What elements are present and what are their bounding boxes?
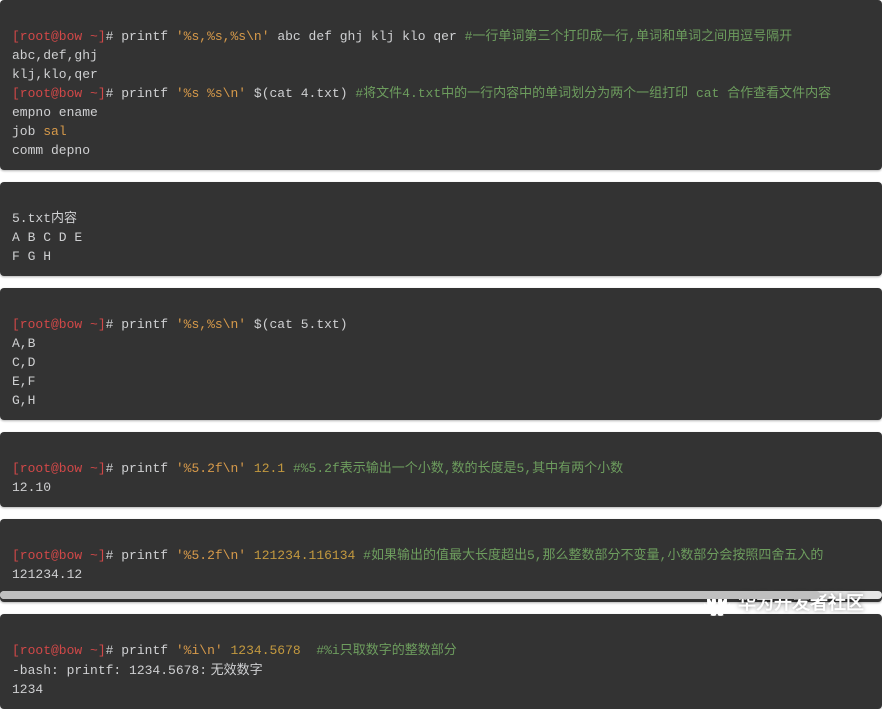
command: printf — [121, 643, 168, 658]
hash-char: # — [106, 461, 114, 476]
output: A,B C,D E,F G,H — [12, 334, 870, 410]
error-output: -bash: printf: 1234.5678: 无效数字 — [12, 660, 870, 680]
prompt: [root@bow ~] — [12, 461, 106, 476]
format-string: '%s,%s,%s\n' — [176, 29, 270, 44]
command: printf — [121, 86, 168, 101]
terminal-block-2: 5.txt内容 A B C D E F G H — [0, 182, 882, 276]
format-string: '%s,%s\n' — [176, 317, 246, 332]
error-text: -bash: printf: 1234.5678: — [12, 663, 207, 678]
number-arg: 1234.5678 — [231, 643, 309, 658]
hash-char: # — [106, 86, 114, 101]
prompt: [root@bow ~] — [12, 86, 106, 101]
line: [root@bow ~]# printf '%5.2f\n' 121234.11… — [12, 548, 823, 563]
hash-char: # — [106, 548, 114, 563]
prompt: [root@bow ~] — [12, 548, 106, 563]
output: empno ename job sal comm depno — [12, 103, 870, 160]
format-string: '%5.2f\n' — [176, 548, 246, 563]
output-text: comm depno — [12, 143, 90, 158]
file-title: 5.txt内容 — [12, 211, 77, 226]
prompt: [root@bow ~] — [12, 317, 106, 332]
args: abc def ghj klj klo qer — [277, 29, 456, 44]
comment: #一行单词第三个打印成一行,单词和单词之间用逗号隔开 — [465, 29, 793, 44]
line: [root@bow ~]# printf '%s,%s,%s\n' abc de… — [12, 29, 792, 44]
command: printf — [121, 29, 168, 44]
number-arg: 121234.116134 — [254, 548, 355, 563]
output: 121234.12 — [12, 565, 870, 584]
command: printf — [121, 461, 168, 476]
output: 1234 — [12, 680, 870, 699]
prompt: [root@bow ~] — [12, 29, 106, 44]
line: [root@bow ~]# printf '%i\n' 1234.5678 #%… — [12, 643, 457, 658]
comment: #%5.2f表示输出一个小数,数的长度是5,其中有两个小数 — [293, 461, 623, 476]
comment: #将文件4.txt中的一行内容中的单词划分为两个一组打印 cat 合作查看文件内… — [355, 86, 831, 101]
line: [root@bow ~]# printf '%s,%s\n' $(cat 5.t… — [12, 317, 348, 332]
terminal-block-6: [root@bow ~]# printf '%i\n' 1234.5678 #%… — [0, 614, 882, 709]
number-arg: 12.1 — [254, 461, 285, 476]
format-string: '%5.2f\n' — [176, 461, 246, 476]
output: 12.10 — [12, 478, 870, 497]
hash-char: # — [106, 317, 114, 332]
args: $(cat 5.txt) — [254, 317, 348, 332]
comment: #%i只取数字的整数部分 — [309, 643, 457, 658]
command: printf — [121, 317, 168, 332]
line: [root@bow ~]# printf '%5.2f\n' 12.1 #%5.… — [12, 461, 623, 476]
hash-char: # — [106, 643, 114, 658]
terminal-block-3: [root@bow ~]# printf '%s,%s\n' $(cat 5.t… — [0, 288, 882, 420]
line: [root@bow ~]# printf '%s %s\n' $(cat 4.t… — [12, 86, 831, 101]
prompt: [root@bow ~] — [12, 643, 106, 658]
terminal-block-1: [root@bow ~]# printf '%s,%s,%s\n' abc de… — [0, 0, 882, 170]
command: printf — [121, 548, 168, 563]
output-keyword: sal — [43, 124, 66, 139]
terminal-block-5: [root@bow ~]# printf '%5.2f\n' 121234.11… — [0, 519, 882, 602]
format-string: '%i\n' — [176, 643, 223, 658]
file-line: A B C D E — [12, 230, 82, 245]
args: $(cat 4.txt) — [254, 86, 348, 101]
output-text: empno ename — [12, 105, 98, 120]
file-line: F G H — [12, 249, 51, 264]
hash-char: # — [106, 29, 114, 44]
output: abc,def,ghj klj,klo,qer — [12, 46, 870, 84]
terminal-block-4: [root@bow ~]# printf '%5.2f\n' 12.1 #%5.… — [0, 432, 882, 507]
error-text-cn: 无效数字 — [207, 662, 263, 677]
output-text: job — [12, 124, 43, 139]
comment: #如果输出的值最大长度超出5,那么整数部分不变量,小数部分会按照四舍五入的 — [363, 548, 823, 563]
format-string: '%s %s\n' — [176, 86, 246, 101]
